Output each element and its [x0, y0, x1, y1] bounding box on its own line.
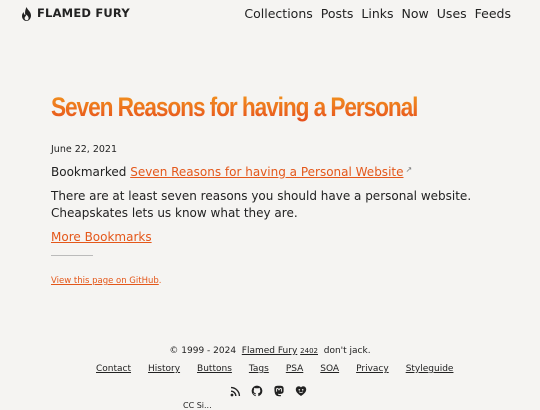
- site-header: FLAMED FURY Collections Posts Links Now …: [0, 0, 540, 28]
- nav-uses[interactable]: Uses: [437, 6, 467, 21]
- footer-link-tags[interactable]: Tags: [249, 364, 269, 374]
- github-icon[interactable]: [250, 384, 264, 398]
- footer-link-buttons[interactable]: Buttons: [197, 364, 232, 374]
- omg-lol-icon[interactable]: [294, 384, 308, 398]
- post-description: There are at least seven reasons you sho…: [51, 189, 472, 220]
- flame-icon: [20, 6, 33, 21]
- page-title: Seven Reasons for having a Personal Webs…: [51, 88, 503, 126]
- divider: [51, 255, 93, 256]
- license-text: CC Si...: [183, 401, 212, 410]
- footer-link-styleguide[interactable]: Styleguide: [406, 364, 454, 374]
- github-line: View this page on GitHub.: [51, 276, 161, 286]
- copyright: © 1999 - 2024 Flamed Fury 2402 don't jac…: [0, 346, 540, 356]
- nav-now[interactable]: Now: [402, 6, 429, 21]
- post-date: June 22, 2021: [51, 144, 118, 155]
- nav-posts[interactable]: Posts: [321, 6, 354, 21]
- bookmark-line: Bookmarked Seven Reasons for having a Pe…: [51, 165, 412, 179]
- brand-name: FLAMED FURY: [37, 6, 130, 20]
- footer-link-psa[interactable]: PSA: [286, 364, 303, 374]
- brand-link[interactable]: FLAMED FURY: [20, 6, 130, 21]
- bookmark-link[interactable]: Seven Reasons for having a Personal Webs…: [130, 165, 403, 179]
- footer-link-contact[interactable]: Contact: [96, 364, 131, 374]
- social-links: [228, 384, 308, 398]
- main-nav: Collections Posts Links Now Uses Feeds: [244, 6, 511, 21]
- nav-feeds[interactable]: Feeds: [475, 6, 511, 21]
- more-bookmarks-link[interactable]: More Bookmarks: [51, 230, 152, 244]
- github-link[interactable]: View this page on GitHub: [51, 276, 159, 286]
- external-link-icon: ↗: [405, 165, 413, 174]
- post-content: Seven Reasons for having a Personal Webs…: [51, 88, 503, 286]
- github-suffix: .: [158, 276, 162, 286]
- rss-icon[interactable]: [228, 384, 242, 398]
- tagline: don't jack.: [323, 346, 371, 356]
- copyright-years: © 1999 - 2024: [169, 346, 237, 356]
- bookmarked-label: Bookmarked: [51, 165, 127, 179]
- footer-link-history[interactable]: History: [148, 364, 180, 374]
- mastodon-icon[interactable]: [272, 384, 286, 398]
- footer-site-link[interactable]: Flamed Fury: [242, 346, 298, 356]
- footer-nav: Contact History Buttons Tags PSA SOA Pri…: [96, 364, 453, 374]
- nav-collections[interactable]: Collections: [244, 6, 312, 21]
- footer-link-soa[interactable]: SOA: [320, 364, 339, 374]
- version-link[interactable]: 2402: [300, 347, 318, 355]
- footer-link-privacy[interactable]: Privacy: [356, 364, 389, 374]
- nav-links[interactable]: Links: [361, 6, 393, 21]
